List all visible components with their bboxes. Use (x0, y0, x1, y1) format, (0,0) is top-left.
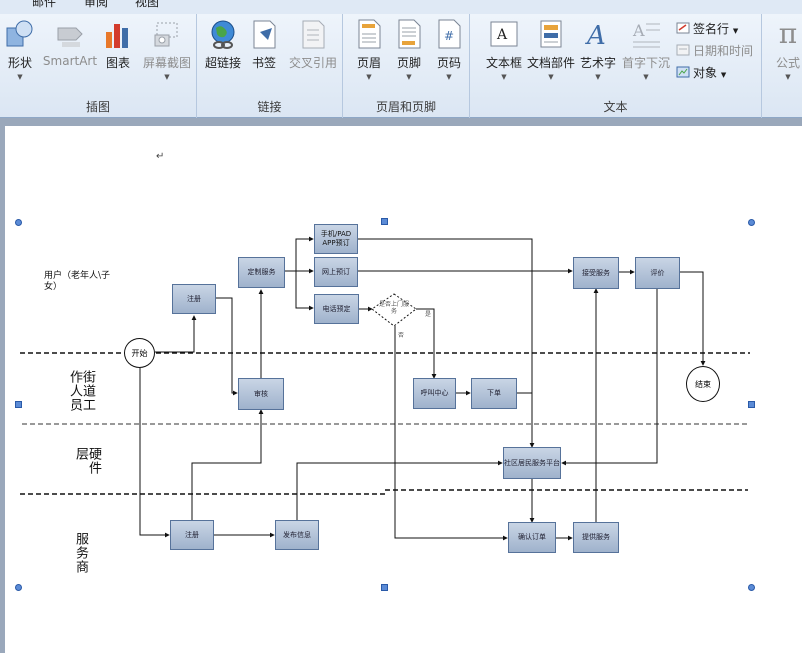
node-evaluate[interactable]: 评价 (635, 257, 680, 289)
node-custom-service[interactable]: 定制服务 (238, 257, 285, 288)
lane-label-provider: 服务商 (73, 532, 88, 574)
resize-handle-b[interactable] (381, 584, 388, 591)
node-online-booking[interactable]: 网上预订 (314, 257, 358, 287)
flowchart-canvas: ↵ 用户（老年人\子女） 街道工作人员 硬件层 服务商 开始 结束 注册 定制服… (0, 0, 802, 653)
node-provide-service[interactable]: 提供服务 (573, 522, 619, 553)
node-register-user[interactable]: 注册 (172, 284, 216, 314)
node-review[interactable]: 审核 (238, 378, 284, 410)
node-register-provider[interactable]: 注册 (170, 520, 214, 550)
node-publish-info[interactable]: 发布信息 (275, 520, 319, 550)
start-node[interactable]: 开始 (124, 338, 155, 368)
resize-handle-tr[interactable] (748, 219, 755, 226)
resize-handle-br[interactable] (748, 584, 755, 591)
decision-yes-label: 是 (425, 311, 432, 318)
node-receive-service[interactable]: 接受服务 (573, 257, 619, 289)
resize-handle-tl[interactable] (15, 219, 22, 226)
lane-label-user: 用户（老年人\子女） (44, 271, 111, 292)
decision-no-label: 否 (398, 332, 405, 339)
lane-label-street: 街道工作人员 (67, 370, 95, 412)
resize-handle-bl[interactable] (15, 584, 22, 591)
flowchart-lines (20, 236, 750, 541)
end-node[interactable]: 结束 (686, 366, 720, 402)
resize-handle-r[interactable] (748, 401, 755, 408)
node-place-order[interactable]: 下单 (471, 378, 517, 409)
node-community-platform[interactable]: 社区居民服务平台 (503, 447, 561, 479)
resize-handle-t[interactable] (381, 218, 388, 225)
lane-label-hardware: 硬件层 (73, 447, 101, 475)
resize-handle-l[interactable] (15, 401, 22, 408)
decision-label: 是否上门服务 (378, 301, 409, 315)
node-phone-booking[interactable]: 电话预定 (314, 294, 359, 324)
node-mobile-pad-booking[interactable]: 手机/PAD APP预订 (314, 224, 358, 254)
node-call-center[interactable]: 呼叫中心 (413, 378, 456, 409)
node-confirm-order[interactable]: 确认订单 (508, 522, 556, 553)
